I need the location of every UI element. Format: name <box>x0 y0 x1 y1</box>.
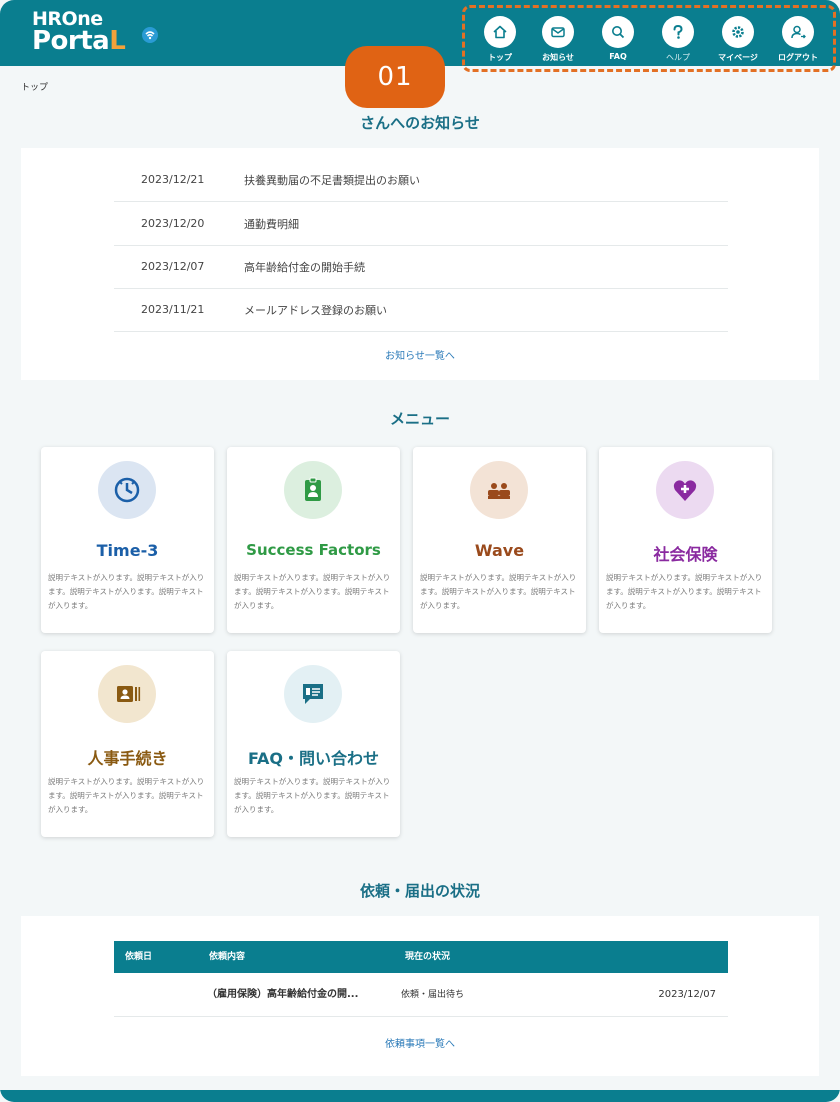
profile-card-icon <box>117 686 141 702</box>
mail-icon <box>551 27 565 38</box>
news-title: 通勤費明細 <box>244 217 299 231</box>
nav-mypage[interactable]: マイページ <box>711 16 765 68</box>
news-item[interactable]: 2023/12/20 通勤費明細 <box>114 202 728 246</box>
nav-label: トップ <box>488 53 512 62</box>
chat-list-icon <box>303 684 323 704</box>
wifi-icon <box>142 27 158 43</box>
clock-icon <box>114 477 140 503</box>
people-icon <box>488 483 510 499</box>
id-badge-icon <box>305 477 321 501</box>
menu-card-desc: 説明テキストが入ります。説明テキストが入ります。説明テキストが入ります。説明テキ… <box>234 573 391 610</box>
menu-card-title: Time-3 <box>96 541 159 560</box>
news-panel: 2023/12/21 扶養異動届の不足書類提出のお願い 2023/12/20 通… <box>21 148 819 380</box>
request-status: 依頼・届出待ち <box>401 990 465 1000</box>
menu-card-desc: 説明テキストが入ります。説明テキストが入ります。説明テキストが入ります。説明テキ… <box>606 573 763 610</box>
home-icon <box>493 25 507 39</box>
menu-card-desc: 説明テキストが入ります。説明テキストが入ります。説明テキストが入ります。説明テキ… <box>420 573 577 610</box>
menu-card-social-insurance[interactable]: 社会保険 説明テキストが入ります。説明テキストが入ります。説明テキストが入ります… <box>599 447 772 633</box>
menu-card-title: 社会保険 <box>653 545 718 564</box>
menu-section-title: メニュー <box>389 410 450 428</box>
menu-card-desc: 説明テキストが入ります。説明テキストが入ります。説明テキストが入ります。説明テキ… <box>48 777 205 814</box>
nav-logout[interactable]: ログアウト <box>771 16 825 68</box>
news-item[interactable]: 2023/11/21 メールアドレス登録のお願い <box>114 288 728 332</box>
nav-label: ログアウト <box>778 53 818 62</box>
heart-shield-icon <box>673 480 697 501</box>
menu-card-faq-contact[interactable]: FAQ・問い合わせ 説明テキストが入ります。説明テキストが入ります。説明テキスト… <box>227 651 400 837</box>
help-icon <box>673 24 683 39</box>
table-row[interactable]: （雇用保険）高年齢給付金の開... 依頼・届出待ち 2023/12/07 <box>114 973 728 1017</box>
news-item[interactable]: 2023/12/21 扶養異動届の不足書類提出のお願い <box>114 158 728 202</box>
news-date: 2023/12/21 <box>141 173 205 186</box>
news-date: 2023/12/20 <box>141 217 205 230</box>
callout-badge: 01 <box>345 46 445 108</box>
news-date: 2023/12/07 <box>141 260 205 273</box>
requests-section-title: 依頼・届出の状況 <box>359 882 480 900</box>
page: HROne PortaL トップ お知らせ FAQ ヘルプ マイページ ログアウ… <box>0 0 840 1102</box>
logo-text-porta: Porta <box>32 26 110 56</box>
news-item[interactable]: 2023/12/07 高年齢給付金の開始手続 <box>114 245 728 289</box>
logo-text-l: L <box>109 26 126 56</box>
footer-bar <box>0 1090 840 1102</box>
nav-label: ヘルプ <box>666 53 690 62</box>
menu-card-desc: 説明テキストが入ります。説明テキストが入ります。説明テキストが入ります。説明テキ… <box>234 777 391 814</box>
menu-card-title: FAQ・問い合わせ <box>247 749 380 768</box>
column-header-content: 依頼内容 <box>209 952 246 962</box>
nav-label: FAQ <box>609 52 627 61</box>
request-due-date: 2023/12/07 <box>658 989 716 1000</box>
news-date: 2023/11/21 <box>141 303 205 316</box>
nav-faq[interactable]: FAQ <box>591 16 645 68</box>
menu-card-wave[interactable]: Wave 説明テキストが入ります。説明テキストが入ります。説明テキストが入ります… <box>413 447 586 633</box>
news-title: 扶養異動届の不足書類提出のお願い <box>244 173 420 187</box>
column-header-date: 依頼日 <box>125 952 153 962</box>
requests-panel: 依頼日 依頼内容 現在の状況 （雇用保険）高年齢給付金の開... 依頼・届出待ち… <box>21 916 819 1076</box>
nav-label: お知らせ <box>542 53 574 62</box>
news-title: メールアドレス登録のお願い <box>244 303 387 317</box>
menu-card-desc: 説明テキストが入ります。説明テキストが入ります。説明テキストが入ります。説明テキ… <box>48 573 205 610</box>
nav-label: マイページ <box>718 53 758 62</box>
menu-card-hr-procedures[interactable]: 人事手続き 説明テキストが入ります。説明テキストが入ります。説明テキストが入りま… <box>41 651 214 837</box>
menu-card-title: Wave <box>474 541 525 560</box>
news-list-link[interactable]: お知らせ一覧へ <box>21 347 819 362</box>
news-title: 高年齢給付金の開始手続 <box>244 260 365 274</box>
menu-card-title: Success Factors <box>246 541 381 559</box>
news-section-title: さんへのお知らせ <box>360 114 480 132</box>
search-icon <box>612 26 625 39</box>
requests-list-link[interactable]: 依頼事項一覧へ <box>21 1035 819 1050</box>
user-icon <box>791 25 806 39</box>
hrone-portal-logo[interactable]: HROne PortaL <box>32 8 162 60</box>
nav-top[interactable]: トップ <box>473 16 527 68</box>
global-nav: トップ お知らせ FAQ ヘルプ マイページ ログアウト <box>462 5 836 72</box>
gear-icon <box>732 26 744 38</box>
menu-card-time3[interactable]: Time-3 説明テキストが入ります。説明テキストが入ります。説明テキストが入り… <box>41 447 214 633</box>
menu-card-success-factors[interactable]: Success Factors 説明テキストが入ります。説明テキストが入ります。… <box>227 447 400 633</box>
nav-help[interactable]: ヘルプ <box>651 16 705 68</box>
breadcrumb[interactable]: トップ <box>21 80 48 93</box>
nav-news[interactable]: お知らせ <box>531 16 585 68</box>
menu-card-title: 人事手続き <box>87 749 168 768</box>
request-content: （雇用保険）高年齢給付金の開... <box>207 989 359 1000</box>
requests-table-header: 依頼日 依頼内容 現在の状況 <box>114 941 728 973</box>
column-header-status: 現在の状況 <box>405 952 451 962</box>
